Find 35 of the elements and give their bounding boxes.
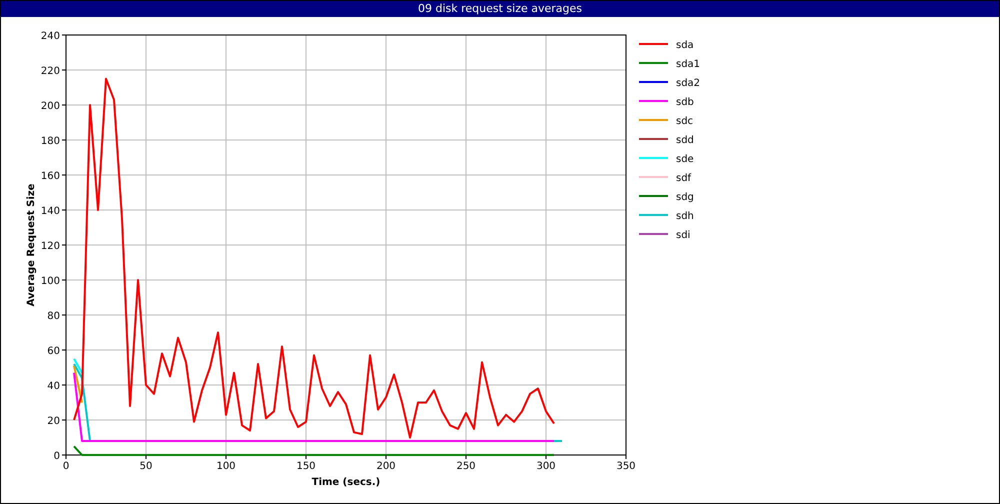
- y-tick-label: 220: [40, 66, 60, 77]
- legend-label: sdh: [676, 211, 694, 222]
- x-tick-label: 200: [376, 461, 396, 472]
- x-tick-label: 350: [616, 461, 636, 472]
- legend-label: sda2: [676, 78, 700, 89]
- legend-label: sdi: [676, 230, 690, 241]
- y-tick-label: 240: [40, 31, 60, 42]
- x-tick-label: 300: [536, 461, 556, 472]
- y-tick-label: 100: [40, 276, 60, 287]
- y-tick-label: 60: [47, 346, 60, 357]
- y-tick-label: 160: [40, 171, 60, 182]
- legend-label: sda1: [676, 59, 700, 70]
- legend-label: sde: [676, 154, 694, 165]
- x-tick-label: 100: [216, 461, 236, 472]
- legend-label: sdg: [676, 192, 694, 203]
- y-tick-label: 40: [47, 381, 60, 392]
- y-axis-title: Average Request Size: [26, 184, 37, 306]
- x-tick-label: 250: [456, 461, 476, 472]
- x-tick-label: 50: [140, 461, 152, 472]
- y-tick-label: 200: [40, 101, 60, 112]
- x-axis-title: Time (secs.): [312, 477, 380, 488]
- legend-label: sdd: [676, 135, 694, 146]
- y-tick-label: 80: [47, 311, 60, 322]
- x-tick-label: 0: [62, 461, 70, 472]
- legend-label: sdb: [676, 97, 694, 108]
- y-tick-label: 140: [40, 206, 60, 217]
- window-title: 09 disk request size averages: [1, 1, 999, 17]
- x-tick-label: 150: [296, 461, 316, 472]
- y-tick-label: 0: [54, 451, 60, 462]
- y-tick-label: 180: [40, 136, 60, 147]
- legend-label: sdf: [676, 173, 692, 184]
- legend-label: sdc: [676, 116, 694, 127]
- y-tick-label: 20: [47, 416, 60, 427]
- legend-label: sda: [676, 40, 694, 51]
- y-tick-label: 120: [40, 241, 60, 252]
